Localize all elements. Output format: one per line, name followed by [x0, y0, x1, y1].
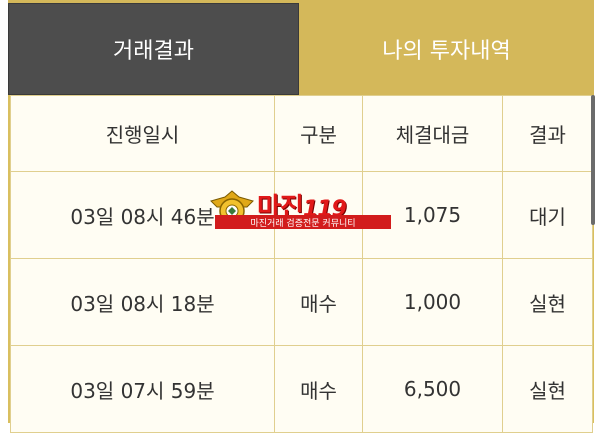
watermark-logo: 마진119 마진거래 검증전문 커뮤니티 — [207, 187, 392, 233]
scrollbar[interactable] — [591, 95, 595, 225]
header-type: 구분 — [274, 95, 363, 172]
cell-type: 매수 — [274, 258, 363, 346]
cell-result: 대기 — [502, 171, 593, 259]
table-row: 03일 07시 59분 매수 6,500 실현 — [10, 345, 593, 433]
header-datetime: 진행일시 — [10, 95, 275, 172]
cell-result: 실현 — [502, 345, 593, 433]
trade-table: 진행일시 구분 체결대금 결과 03일 08시 46분 1,075 대기 03일… — [10, 95, 593, 433]
cell-type: 매수 — [274, 345, 363, 433]
cell-datetime: 03일 07시 59분 — [10, 345, 275, 433]
watermark-subtitle: 마진거래 검증전문 커뮤니티 — [215, 215, 391, 229]
cell-amount: 6,500 — [362, 345, 503, 433]
tab-my-investments[interactable]: 나의 투자내역 — [299, 3, 594, 95]
cell-datetime: 03일 08시 18분 — [10, 258, 275, 346]
tab-trade-results[interactable]: 거래결과 — [8, 3, 299, 95]
tab-bar: 거래결과 나의 투자내역 — [8, 3, 594, 95]
watermark-title: 마진119 — [257, 187, 347, 223]
table-header-row: 진행일시 구분 체결대금 결과 — [10, 95, 593, 172]
header-result: 결과 — [502, 95, 593, 172]
header-amount: 체결대금 — [362, 95, 503, 172]
cell-amount: 1,000 — [362, 258, 503, 346]
table-row: 03일 08시 18분 매수 1,000 실현 — [10, 258, 593, 346]
cell-result: 실현 — [502, 258, 593, 346]
